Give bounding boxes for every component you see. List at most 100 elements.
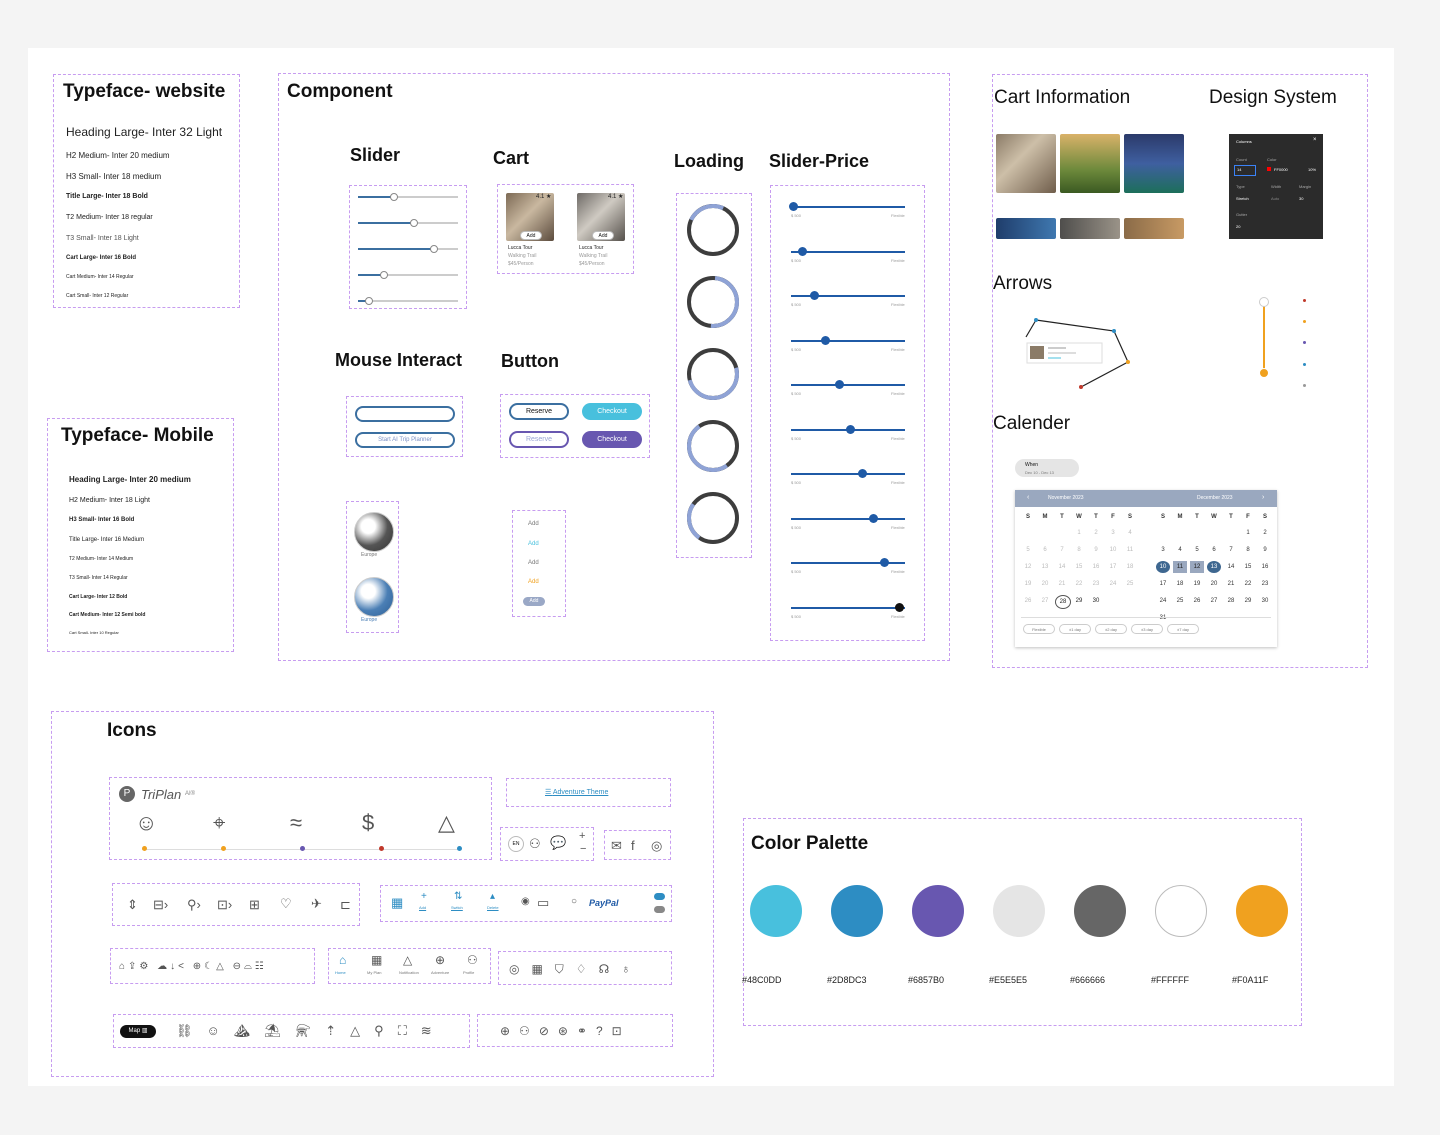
globe-icon[interactable] [354, 512, 394, 552]
calendar-day[interactable]: 16 [1258, 564, 1272, 570]
calendar-day[interactable]: 8 [1072, 547, 1086, 553]
calendar-day[interactable]: 16 [1089, 564, 1103, 570]
calendar-day[interactable]: 15 [1072, 564, 1086, 570]
price-thumb[interactable] [809, 291, 819, 300]
reserve-button[interactable]: Reserve [509, 403, 569, 420]
add-icon[interactable]: + [421, 892, 427, 902]
toggle-off[interactable] [654, 906, 665, 913]
margin-value[interactable]: 30 [1299, 196, 1303, 201]
calendar-day[interactable]: 31 [1156, 615, 1170, 621]
close-icon[interactable]: × [1313, 137, 1317, 143]
calendar-day[interactable]: 12 [1021, 564, 1035, 570]
calendar-day[interactable]: 7 [1055, 547, 1069, 553]
empty-input-pill[interactable] [355, 406, 455, 422]
calendar-day[interactable]: 23 [1089, 581, 1103, 587]
notification-icon[interactable]: △ [403, 954, 412, 966]
zoom-in-icon[interactable]: + [579, 831, 585, 842]
flexibility-chip[interactable]: Flexible [1023, 624, 1055, 634]
reserve-button-hover[interactable]: Reserve [509, 431, 569, 448]
calendar-day[interactable]: 27 [1038, 598, 1052, 604]
zoom-out-icon[interactable]: − [580, 844, 586, 855]
checkout-button[interactable]: Checkout [582, 403, 642, 420]
calendar-day[interactable]: 21 [1224, 581, 1238, 587]
calendar-day[interactable]: 10 [1106, 547, 1120, 553]
price-thumb[interactable] [846, 424, 856, 434]
delete-icon[interactable]: ▴ [490, 892, 495, 902]
calendar-day[interactable]: 19 [1021, 581, 1035, 587]
plan-icon[interactable]: ▦ [371, 954, 382, 966]
calendar-day[interactable]: 25 [1123, 581, 1137, 587]
facebook-icon[interactable]: f [631, 839, 635, 852]
price-thumb[interactable] [895, 602, 905, 612]
toggle-on[interactable] [654, 893, 665, 900]
calendar-day[interactable]: 24 [1156, 598, 1170, 604]
price-thumb[interactable] [880, 558, 890, 567]
adventure-theme-link[interactable]: ☰ Adventure Theme [545, 788, 608, 796]
language-badge[interactable]: EN [508, 836, 524, 852]
profile-icon[interactable]: ⚇ [467, 954, 478, 966]
calendar-day[interactable]: 4 [1173, 547, 1187, 553]
calendar-day[interactable]: 21 [1055, 581, 1069, 587]
add-state[interactable]: Add [528, 521, 539, 527]
paypal-logo[interactable]: PayPal [589, 898, 619, 908]
calendar-day[interactable]: 17 [1106, 564, 1120, 570]
calendar-day[interactable]: 25 [1173, 598, 1187, 604]
slider-thumb[interactable] [380, 271, 388, 279]
calendar-day[interactable]: 2 [1258, 530, 1272, 536]
calendar-day[interactable]: 22 [1241, 581, 1255, 587]
calendar-day[interactable]: 9 [1089, 547, 1103, 553]
calendar-day[interactable]: 5 [1190, 547, 1204, 553]
calendar-day[interactable]: 28 [1224, 598, 1238, 604]
flexibility-chip[interactable]: ±1 day [1059, 624, 1091, 634]
calendar-day[interactable]: 14 [1224, 564, 1238, 570]
vertical-slider-handle[interactable] [1259, 368, 1269, 378]
price-thumb[interactable] [789, 202, 799, 211]
calendar-day[interactable]: 9 [1258, 547, 1272, 553]
calendar-day[interactable]: 26 [1021, 598, 1035, 604]
calendar-day[interactable]: 26 [1190, 598, 1204, 604]
map-toggle-button[interactable]: Map ▥ [120, 1025, 156, 1038]
calendar-day[interactable]: 30 [1258, 598, 1272, 604]
calendar-day[interactable]: 29 [1072, 598, 1086, 604]
color-swatch[interactable] [1267, 167, 1271, 171]
calendar-day[interactable]: 13 [1038, 564, 1052, 570]
calendar-day[interactable]: 8 [1241, 547, 1255, 553]
calendar-day[interactable]: 15 [1241, 564, 1255, 570]
price-thumb[interactable] [821, 335, 831, 345]
calendar-day[interactable]: 5 [1021, 547, 1035, 553]
calendar-day[interactable]: 2 [1089, 530, 1103, 536]
instagram-icon[interactable]: ◎ [651, 839, 662, 852]
calendar-day[interactable]: 22 [1072, 581, 1086, 587]
calendar-day[interactable]: 24 [1106, 581, 1120, 587]
price-thumb[interactable] [834, 380, 844, 389]
adventure-icon[interactable]: ⊕ [435, 954, 445, 966]
calendar-day[interactable]: 18 [1173, 581, 1187, 587]
cart-add-button[interactable]: Add [520, 231, 542, 240]
calendar-day[interactable]: 6 [1038, 547, 1052, 553]
calendar-day[interactable]: 28 [1055, 595, 1071, 609]
gutter-value[interactable]: 20 [1236, 224, 1240, 229]
switch-icon[interactable]: ⇅ [454, 892, 462, 902]
add-state[interactable]: Add [528, 560, 539, 566]
calendar-day[interactable]: 4 [1123, 530, 1137, 536]
radio-icon[interactable]: ○ [571, 897, 577, 907]
flexibility-chip[interactable]: ±3 day [1131, 624, 1163, 634]
home-icon[interactable]: ⌂ [339, 954, 346, 966]
calendar-day[interactable]: 10 [1156, 561, 1170, 573]
flexibility-chip[interactable]: ±2 day [1095, 624, 1127, 634]
calendar-day[interactable]: 1 [1072, 530, 1086, 536]
calendar-day[interactable]: 3 [1106, 530, 1120, 536]
start-planner-button[interactable]: Start AI Trip Planner [355, 432, 455, 448]
slider-thumb[interactable] [410, 219, 418, 227]
calendar-day[interactable]: 20 [1038, 581, 1052, 587]
calendar-day[interactable]: 23 [1258, 581, 1272, 587]
radio-selected-icon[interactable]: ◉ [521, 897, 530, 907]
calendar-day[interactable]: 11 [1123, 547, 1137, 553]
flexibility-chip[interactable]: ±7 day [1167, 624, 1199, 634]
user-icon[interactable]: ⚇ [529, 837, 541, 850]
card-icon[interactable]: ▭ [537, 896, 549, 909]
when-pill[interactable]: When Dec 10 - Dec 13 [1015, 459, 1079, 477]
calendar-day[interactable]: 29 [1241, 598, 1255, 604]
prev-month-icon[interactable]: ‹ [1027, 494, 1029, 501]
next-month-icon[interactable]: › [1262, 494, 1264, 501]
